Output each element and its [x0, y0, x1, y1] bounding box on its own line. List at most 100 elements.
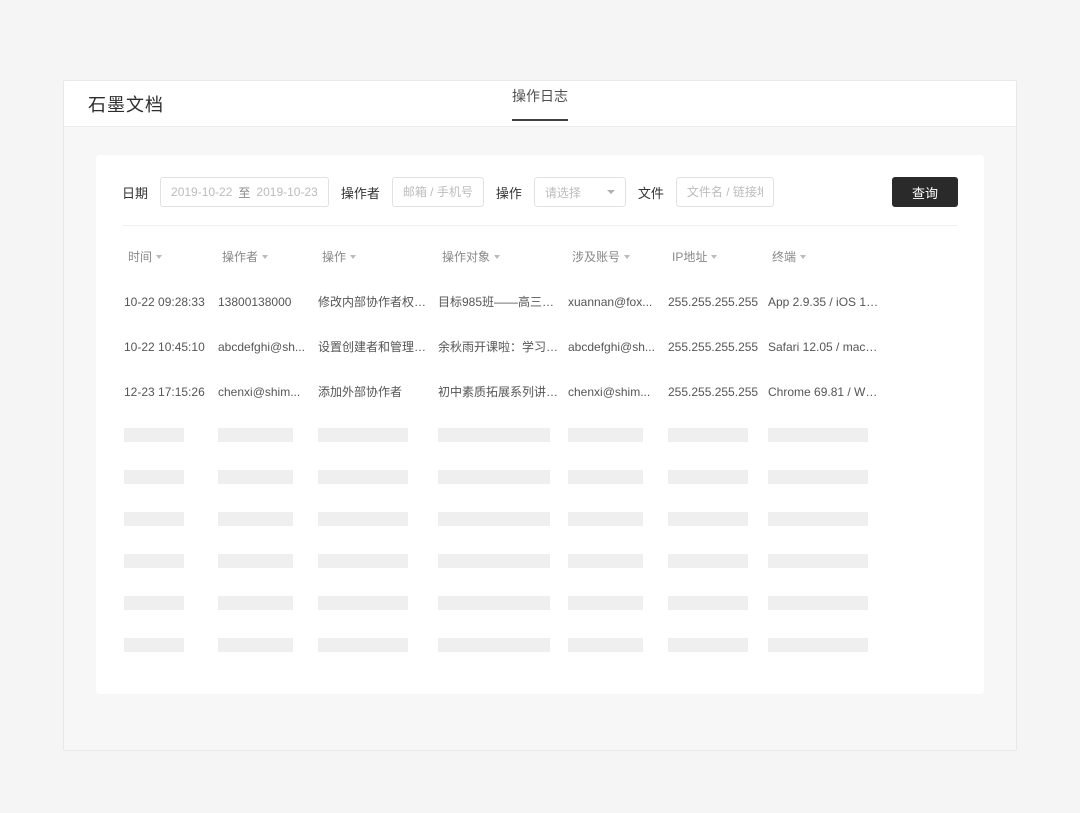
log-table: 时间 操作者 操作 操作对象 涉及账号 IP地址 终端 10-22 09:28:…: [122, 240, 958, 666]
placeholder-rows: [122, 414, 958, 666]
cell-time: 10-22 10:45:10: [124, 340, 218, 354]
table-header: 时间 操作者 操作 操作对象 涉及账号 IP地址 终端: [122, 240, 958, 279]
cell-target: 余秋雨开课啦：学习中国...: [438, 338, 568, 355]
query-button[interactable]: 查询: [892, 177, 958, 207]
file-input[interactable]: [676, 177, 774, 207]
col-target[interactable]: 操作对象: [442, 248, 572, 265]
file-label: 文件: [638, 183, 664, 202]
skeleton-bar: [218, 638, 293, 652]
skeleton-bar: [124, 638, 184, 652]
skeleton-bar: [218, 596, 293, 610]
cell-target: 目标985班——高三地理...: [438, 293, 568, 310]
skeleton-bar: [318, 638, 408, 652]
cell-target: 初中素质拓展系列讲座...: [438, 383, 568, 400]
cell-account: abcdefghi@sh...: [568, 340, 668, 354]
table-row: 10-22 09:28:3313800138000修改内部协作者权限...目标9…: [122, 279, 958, 324]
operator-input[interactable]: [392, 177, 484, 207]
cell-account: chenxi@shim...: [568, 385, 668, 399]
col-ip[interactable]: IP地址: [672, 248, 772, 265]
operator-label: 操作者: [341, 183, 380, 202]
cell-terminal: Chrome 69.81 / Wind...: [768, 385, 888, 399]
skeleton-bar: [318, 554, 408, 568]
skeleton-bar: [568, 596, 643, 610]
skeleton-bar: [218, 554, 293, 568]
cell-account: xuannan@fox...: [568, 295, 668, 309]
cell-terminal: App 2.9.35 / iOS 12.3: [768, 295, 888, 309]
skeleton-bar: [668, 554, 748, 568]
skeleton-bar: [668, 596, 748, 610]
skeleton-bar: [124, 428, 184, 442]
skeleton-bar: [124, 596, 184, 610]
tab-operation-log[interactable]: 操作日志: [512, 86, 568, 121]
brand-logo: 石墨文档: [88, 91, 164, 117]
date-range-picker[interactable]: 2019-10-22 至 2019-10-23: [160, 177, 329, 207]
skeleton-bar: [568, 512, 643, 526]
skeleton-bar: [668, 512, 748, 526]
skeleton-bar: [568, 638, 643, 652]
col-time[interactable]: 时间: [128, 248, 222, 265]
skeleton-bar: [438, 596, 550, 610]
placeholder-row: [122, 540, 958, 582]
main-panel: 石墨文档 操作日志 日期 2019-10-22 至 2019-10-23 操作者…: [63, 80, 1017, 751]
log-card: 日期 2019-10-22 至 2019-10-23 操作者 操作 请选择 文件: [96, 155, 984, 694]
placeholder-row: [122, 414, 958, 456]
skeleton-bar: [568, 428, 643, 442]
filter-bar: 日期 2019-10-22 至 2019-10-23 操作者 操作 请选择 文件: [122, 177, 958, 226]
date-separator: 至: [238, 184, 250, 201]
skeleton-bar: [218, 512, 293, 526]
skeleton-bar: [218, 428, 293, 442]
skeleton-bar: [568, 470, 643, 484]
header: 石墨文档 操作日志: [64, 81, 1016, 127]
skeleton-bar: [668, 428, 748, 442]
skeleton-bar: [768, 638, 868, 652]
placeholder-row: [122, 624, 958, 666]
table-row: 10-22 10:45:10abcdefghi@sh...设置创建者和管理员..…: [122, 324, 958, 369]
action-select[interactable]: 请选择: [534, 177, 626, 207]
skeleton-bar: [438, 554, 550, 568]
skeleton-bar: [568, 554, 643, 568]
skeleton-bar: [438, 638, 550, 652]
sort-icon: [156, 255, 162, 259]
cell-ip: 255.255.255.255: [668, 295, 768, 309]
sort-icon: [494, 255, 500, 259]
cell-operator: chenxi@shim...: [218, 385, 318, 399]
col-account[interactable]: 涉及账号: [572, 248, 672, 265]
action-label: 操作: [496, 183, 522, 202]
cell-time: 10-22 09:28:33: [124, 295, 218, 309]
placeholder-row: [122, 456, 958, 498]
date-label: 日期: [122, 183, 148, 202]
skeleton-bar: [668, 638, 748, 652]
placeholder-row: [122, 498, 958, 540]
skeleton-bar: [438, 470, 550, 484]
cell-action: 修改内部协作者权限...: [318, 293, 438, 310]
col-operator[interactable]: 操作者: [222, 248, 322, 265]
skeleton-bar: [218, 470, 293, 484]
body-area: 日期 2019-10-22 至 2019-10-23 操作者 操作 请选择 文件: [64, 127, 1016, 750]
table-body: 10-22 09:28:3313800138000修改内部协作者权限...目标9…: [122, 279, 958, 414]
skeleton-bar: [438, 512, 550, 526]
col-terminal[interactable]: 终端: [772, 248, 892, 265]
skeleton-bar: [318, 428, 408, 442]
skeleton-bar: [318, 596, 408, 610]
date-from: 2019-10-22: [171, 185, 232, 199]
sort-icon: [262, 255, 268, 259]
skeleton-bar: [438, 428, 550, 442]
skeleton-bar: [318, 470, 408, 484]
skeleton-bar: [768, 554, 868, 568]
cell-ip: 255.255.255.255: [668, 340, 768, 354]
skeleton-bar: [768, 596, 868, 610]
cell-ip: 255.255.255.255: [668, 385, 768, 399]
skeleton-bar: [124, 512, 184, 526]
skeleton-bar: [318, 512, 408, 526]
cell-operator: 13800138000: [218, 295, 318, 309]
skeleton-bar: [768, 512, 868, 526]
cell-terminal: Safari 12.05 / macOS...: [768, 340, 888, 354]
cell-time: 12-23 17:15:26: [124, 385, 218, 399]
cell-action: 添加外部协作者: [318, 383, 438, 400]
table-row: 12-23 17:15:26chenxi@shim...添加外部协作者初中素质拓…: [122, 369, 958, 414]
placeholder-row: [122, 582, 958, 624]
col-action[interactable]: 操作: [322, 248, 442, 265]
skeleton-bar: [668, 470, 748, 484]
sort-icon: [800, 255, 806, 259]
sort-icon: [711, 255, 717, 259]
